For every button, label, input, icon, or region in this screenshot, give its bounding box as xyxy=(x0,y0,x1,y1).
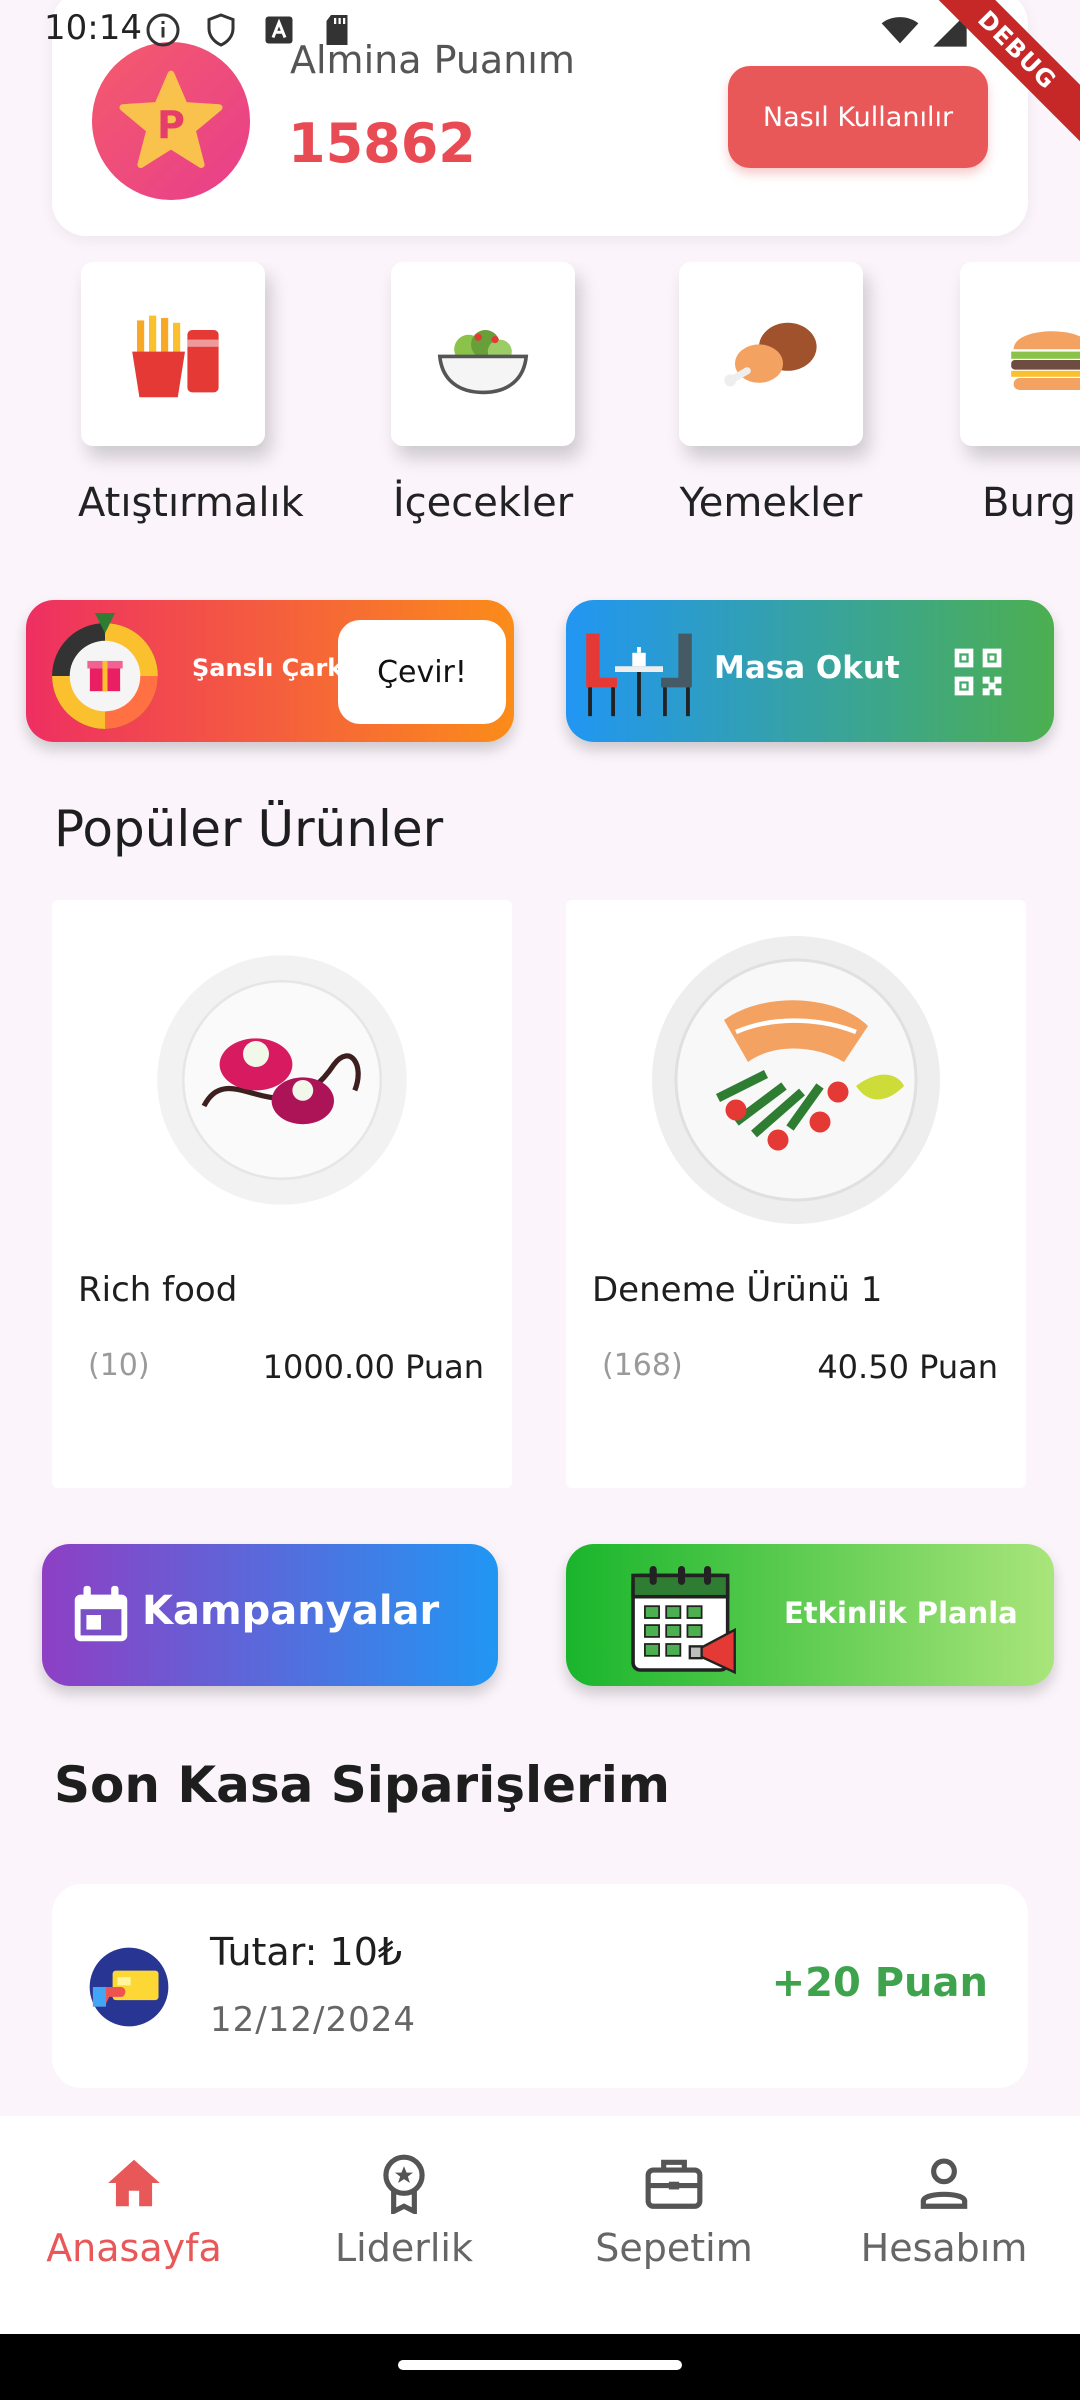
nav-label: Hesabım xyxy=(860,2226,1028,2270)
category-label: Atıştırmalık xyxy=(78,480,304,526)
product-card[interactable]: Rich food (10) 1000.00 Puan xyxy=(52,900,512,1488)
system-gesture-bar xyxy=(0,2334,1080,2400)
salad-bowl-icon xyxy=(437,330,529,395)
event-plan-banner[interactable]: Etkinlik Planla xyxy=(566,1544,1054,1686)
lucky-wheel-label: Şanslı Çark xyxy=(192,654,344,682)
qr-code-icon xyxy=(954,648,1002,696)
shield-icon xyxy=(207,13,235,47)
briefcase-icon xyxy=(645,2159,703,2209)
category-label: Burg xyxy=(982,480,1076,526)
product-image xyxy=(157,955,407,1205)
category-tile[interactable] xyxy=(391,262,575,446)
logo-letter: P xyxy=(157,103,185,147)
nav-label: Sepetim xyxy=(595,2226,753,2270)
product-card[interactable]: Deneme Ürünü 1 (168) 40.50 Puan xyxy=(566,900,1026,1488)
popular-products-title: Popüler Ürünler xyxy=(54,800,444,858)
info-icon xyxy=(146,13,180,47)
event-plan-label: Etkinlik Planla xyxy=(784,1596,1018,1630)
calendar-icon xyxy=(74,1585,128,1642)
status-notification-icons xyxy=(145,12,355,48)
nav-item-home[interactable]: Anasayfa xyxy=(14,2152,254,2270)
burger-icon xyxy=(1011,331,1080,390)
nav-item-leaderboard[interactable]: Liderlik xyxy=(284,2152,524,2270)
product-name: Deneme Ürünü 1 xyxy=(592,1270,883,1310)
bottom-navigation: Anasayfa Liderlik Sepetim Hesabım xyxy=(0,2116,1080,2334)
order-date: 12/12/2024 xyxy=(210,2000,416,2040)
scan-table-label: Masa Okut xyxy=(714,650,900,686)
campaigns-banner[interactable]: Kampanyalar xyxy=(42,1544,498,1686)
sd-card-icon xyxy=(326,15,348,45)
chicken-leg-icon xyxy=(724,322,817,387)
home-gesture-handle[interactable] xyxy=(398,2360,682,2370)
person-icon xyxy=(920,2158,968,2209)
nav-item-account[interactable]: Hesabım xyxy=(824,2152,1064,2270)
restaurant-table-icon xyxy=(586,633,692,717)
nav-label: Anasayfa xyxy=(46,2226,222,2270)
star-p-icon: P xyxy=(119,70,223,169)
product-image xyxy=(652,936,940,1224)
category-tile[interactable] xyxy=(81,262,265,446)
category-item-drinks[interactable]: İçecekler xyxy=(388,262,578,526)
scan-table-banner[interactable]: Masa Okut xyxy=(566,600,1054,742)
wifi-icon xyxy=(881,17,919,44)
how-to-use-button[interactable]: Nasıl Kullanılır xyxy=(728,66,988,168)
spin-button[interactable]: Çevir! xyxy=(338,620,506,724)
payment-card-icon xyxy=(89,1947,169,2027)
points-logo: P xyxy=(92,42,250,200)
fries-soda-icon xyxy=(132,315,219,398)
category-item-snacks[interactable]: Atıştırmalık xyxy=(78,262,304,526)
home-icon xyxy=(108,2159,160,2207)
category-label: İçecekler xyxy=(392,480,574,526)
category-tile[interactable] xyxy=(679,262,863,446)
recent-orders-title: Son Kasa Siparişlerim xyxy=(54,1756,670,1814)
product-price: 40.50 Puan xyxy=(817,1348,998,1386)
category-item-meals[interactable]: Yemekler xyxy=(676,262,866,526)
nav-item-cart[interactable]: Sepetim xyxy=(554,2152,794,2270)
lucky-wheel-banner[interactable]: Şanslı Çark Çevir! xyxy=(26,600,514,742)
category-list: Atıştırmalık İçecekler Yemekler Burg xyxy=(0,262,1080,542)
campaigns-label: Kampanyalar xyxy=(142,1588,440,1634)
product-name: Rich food xyxy=(78,1270,238,1310)
category-label: Yemekler xyxy=(679,480,863,526)
font-icon xyxy=(265,16,293,44)
order-points: +20 Puan xyxy=(771,1960,988,2006)
order-card[interactable]: Tutar: 10₺ 12/12/2024 +20 Puan xyxy=(52,1884,1028,2088)
status-bar: 10:14 xyxy=(0,0,1080,60)
category-item-burgers[interactable]: Burg xyxy=(960,262,1080,526)
order-amount: Tutar: 10₺ xyxy=(210,1930,403,1974)
nav-label: Liderlik xyxy=(335,2226,473,2270)
product-review-count: (10) xyxy=(88,1348,150,1383)
points-value: 15862 xyxy=(288,112,476,175)
event-calendar-icon xyxy=(631,1566,736,1675)
award-icon xyxy=(383,2154,425,2214)
category-tile[interactable] xyxy=(960,262,1080,446)
product-price: 1000.00 Puan xyxy=(262,1348,484,1386)
status-time: 10:14 xyxy=(44,8,142,48)
product-review-count: (168) xyxy=(602,1348,683,1383)
prize-wheel-icon xyxy=(52,613,158,729)
